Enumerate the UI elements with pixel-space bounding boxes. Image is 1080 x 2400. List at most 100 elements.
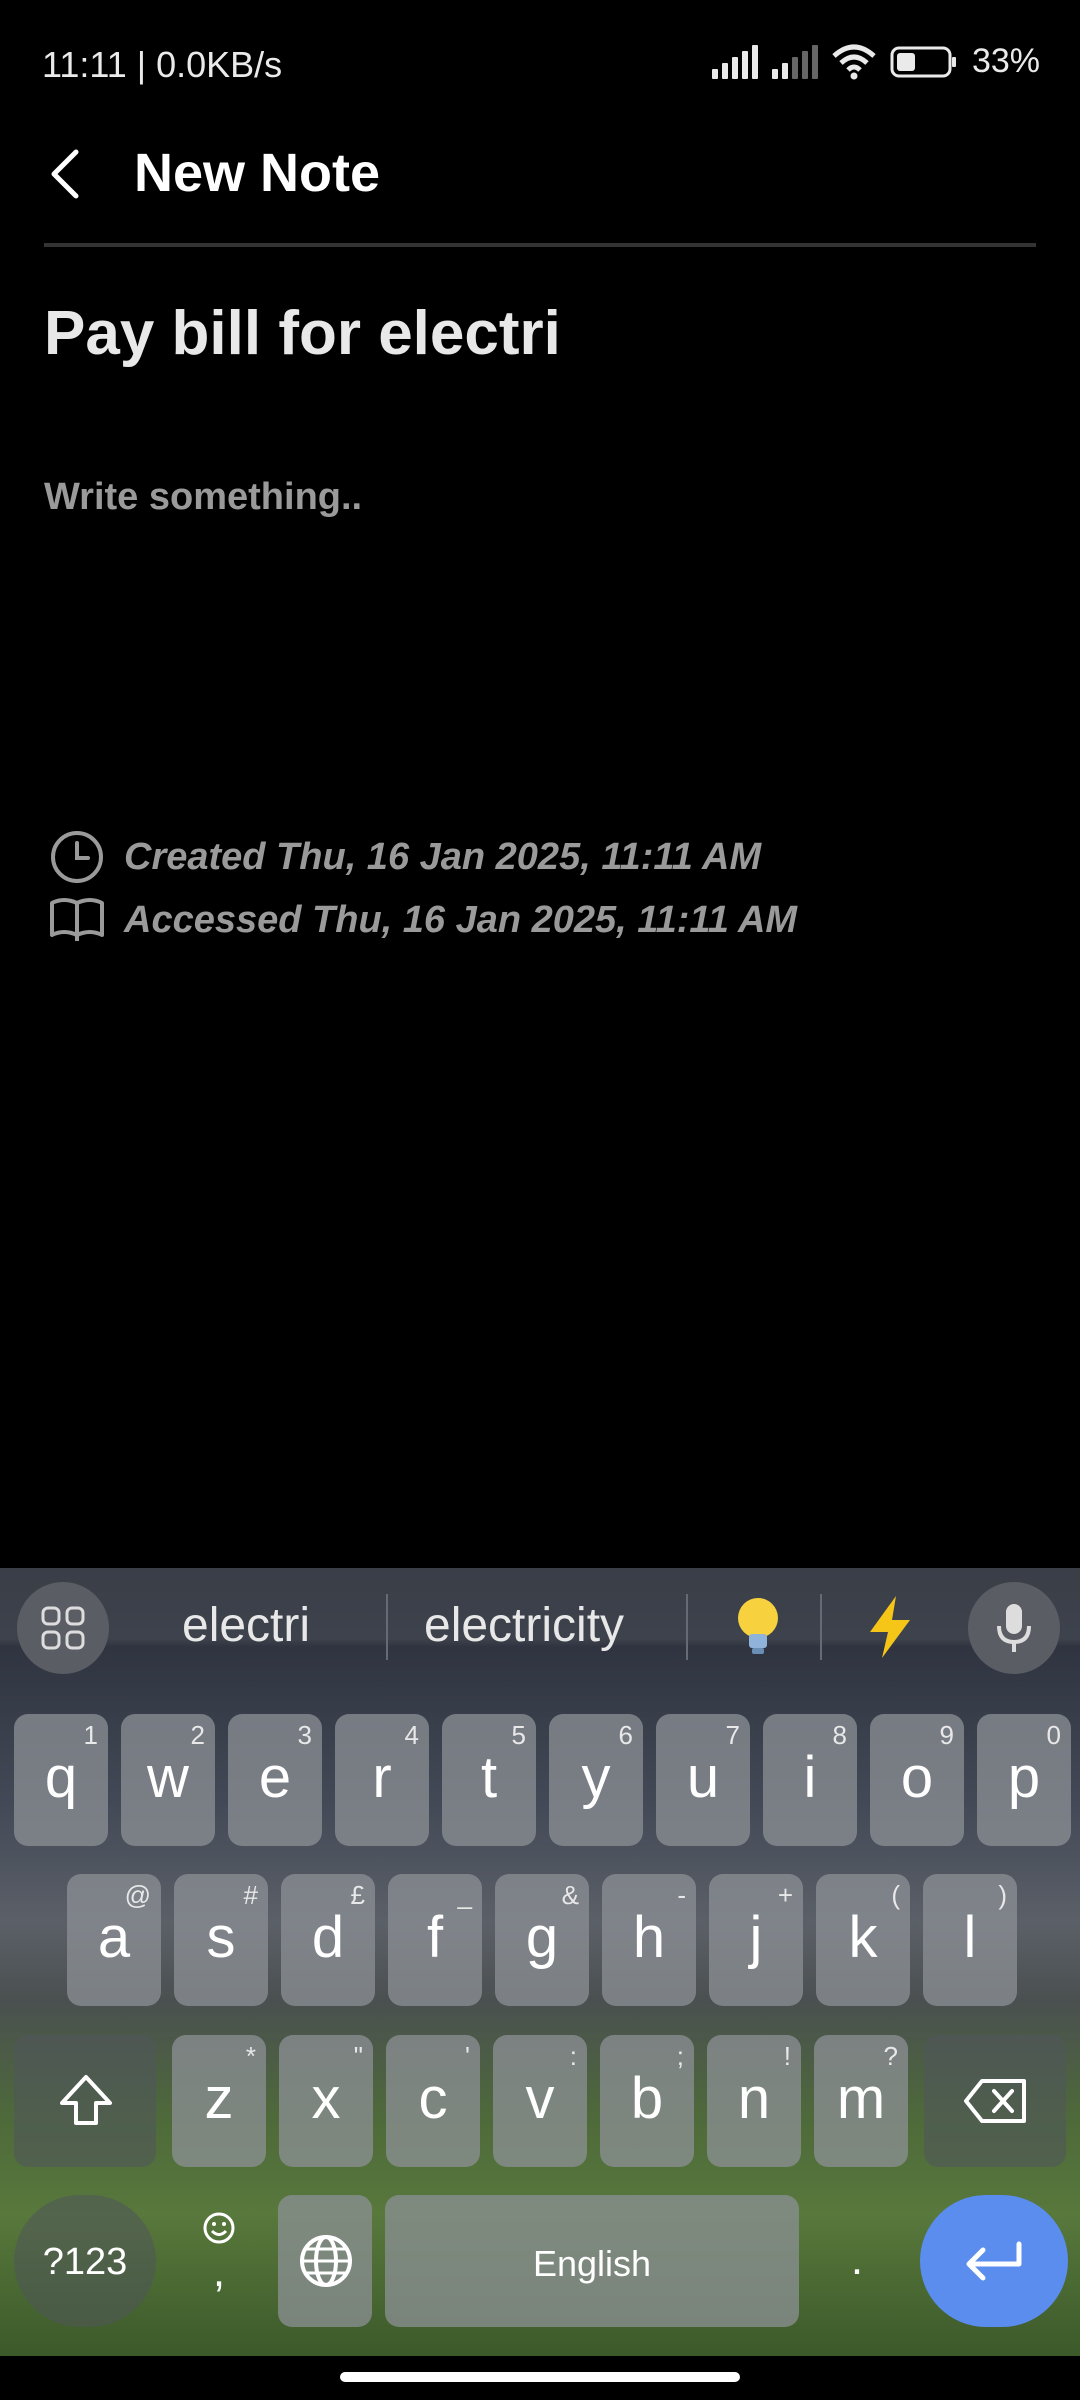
key-label: b	[630, 2066, 664, 2131]
accessed-info: Accessed Thu, 16 Jan 2025, 11:11 AM	[48, 895, 797, 945]
key-w[interactable]: 2w	[121, 1714, 215, 1846]
period-key[interactable]: .	[810, 2195, 904, 2327]
key-l[interactable]: ) l	[923, 1874, 1017, 2006]
backspace-key[interactable]	[924, 2035, 1066, 2167]
emoji-icon	[203, 2212, 235, 2244]
key-label: y	[581, 1745, 611, 1810]
lightbulb-icon[interactable]	[728, 1592, 788, 1662]
key-label: f	[426, 1905, 444, 1970]
wifi-icon	[832, 44, 876, 79]
battery-icon	[890, 46, 956, 77]
key-c[interactable]: ' c	[386, 2035, 480, 2167]
page-title: New Note	[134, 143, 381, 203]
battery-percent: 33%	[971, 42, 1040, 80]
signal-icon	[711, 44, 758, 79]
key-p[interactable]: 0p	[977, 1714, 1071, 1846]
suggestion-separator	[386, 1594, 388, 1660]
symbols-key[interactable]: ?123	[14, 2195, 156, 2327]
enter-icon	[966, 2241, 1022, 2281]
status-bar: 11:11 | 0.0KB/s 33%	[0, 0, 1080, 130]
key-u[interactable]: 7u	[656, 1714, 750, 1846]
key-label: t	[480, 1745, 498, 1810]
key-k[interactable]: (k	[816, 1874, 910, 2006]
key-label: g	[525, 1905, 559, 1970]
key-label: d	[311, 1905, 345, 1970]
key-j[interactable]: + j	[709, 1874, 803, 2006]
key-label: h	[632, 1905, 666, 1970]
key-a[interactable]: @ a	[67, 1874, 161, 2006]
space-label: English	[532, 2243, 652, 2284]
key-label: m	[836, 2066, 886, 2131]
key-e[interactable]: 3e	[228, 1714, 322, 1846]
key-v[interactable]: :v	[493, 2035, 587, 2167]
divider	[44, 243, 1036, 247]
key-y[interactable]: 6y	[549, 1714, 643, 1846]
shift-icon	[60, 2075, 112, 2125]
key-t[interactable]: 5t	[442, 1714, 536, 1846]
key-label: v	[525, 2066, 555, 2131]
key-label: u	[686, 1745, 720, 1810]
microphone-button[interactable]	[968, 1582, 1060, 1674]
key-label: s	[206, 1905, 236, 1970]
key-label: p	[1007, 1745, 1041, 1810]
comma-key[interactable]: ,	[172, 2195, 266, 2327]
created-label: Created Thu, 16 Jan 2025, 11:11 AM	[124, 835, 762, 878]
chevron-left-icon	[51, 149, 79, 199]
key-f[interactable]: _ f	[388, 1874, 482, 2006]
suggestion-bar: electri electricity	[0, 1568, 1080, 1688]
key-z[interactable]: * z	[172, 2035, 266, 2167]
key-g[interactable]: & g	[495, 1874, 589, 2006]
key-b[interactable]: ; b	[600, 2035, 694, 2167]
key-label: n	[737, 2066, 771, 2131]
apps-grid-button[interactable]	[17, 1582, 109, 1674]
keyboard: electri electricity 1q2w3e4r5t6y7u8i9o0p	[0, 1568, 1080, 2356]
enter-key[interactable]	[920, 2195, 1068, 2327]
key-x[interactable]: " x	[279, 2035, 373, 2167]
shift-key[interactable]	[14, 2035, 156, 2167]
symbols-label: ?123	[42, 2241, 128, 2283]
suggestion-2[interactable]: electricity	[424, 1598, 624, 1653]
key-label: k	[848, 1905, 878, 1970]
language-key[interactable]	[278, 2195, 372, 2327]
key-q[interactable]: 1q	[14, 1714, 108, 1846]
note-title-field[interactable]: Pay bill for electri	[44, 298, 561, 369]
signal-icon-2	[771, 44, 818, 79]
comma-label: ,	[212, 2247, 226, 2296]
note-body-field[interactable]: Write something..	[44, 476, 362, 519]
key-m[interactable]: ? m	[814, 2035, 908, 2167]
backspace-icon	[964, 2079, 1026, 2123]
key-r[interactable]: 4r	[335, 1714, 429, 1846]
back-button[interactable]	[40, 134, 90, 214]
key-h[interactable]: -h	[602, 1874, 696, 2006]
suggestion-1[interactable]: electri	[182, 1598, 310, 1653]
space-key[interactable]: English	[385, 2195, 799, 2327]
key-label: w	[147, 1745, 189, 1810]
book-icon	[50, 898, 104, 941]
lightning-icon[interactable]	[860, 1592, 920, 1662]
status-time: 11:11 | 0.0KB/s	[42, 44, 283, 85]
key-i[interactable]: 8i	[763, 1714, 857, 1846]
key-o[interactable]: 9o	[870, 1714, 964, 1846]
key-label: j	[749, 1905, 763, 1970]
created-info: Created Thu, 16 Jan 2025, 11:11 AM	[48, 828, 761, 886]
key-label: r	[372, 1745, 392, 1810]
clock-icon	[51, 831, 103, 883]
home-indicator[interactable]	[340, 2372, 740, 2382]
key-label: z	[204, 2066, 234, 2131]
suggestion-separator	[820, 1594, 822, 1660]
key-label: c	[418, 2066, 448, 2131]
status-icons: 33%	[711, 42, 1040, 81]
globe-icon	[300, 2235, 352, 2287]
key-n[interactable]: ! n	[707, 2035, 801, 2167]
key-d[interactable]: £ d	[281, 1874, 375, 2006]
key-label: x	[311, 2066, 341, 2131]
key-label: l	[963, 1905, 977, 1970]
microphone-icon	[997, 1604, 1031, 1652]
key-label: e	[258, 1745, 292, 1810]
suggestion-separator	[686, 1594, 688, 1660]
key-label: a	[97, 1905, 131, 1970]
key-label: i	[803, 1745, 817, 1810]
key-s[interactable]: # s	[174, 1874, 268, 2006]
accessed-label: Accessed Thu, 16 Jan 2025, 11:11 AM	[124, 898, 798, 941]
key-label: q	[44, 1745, 78, 1810]
